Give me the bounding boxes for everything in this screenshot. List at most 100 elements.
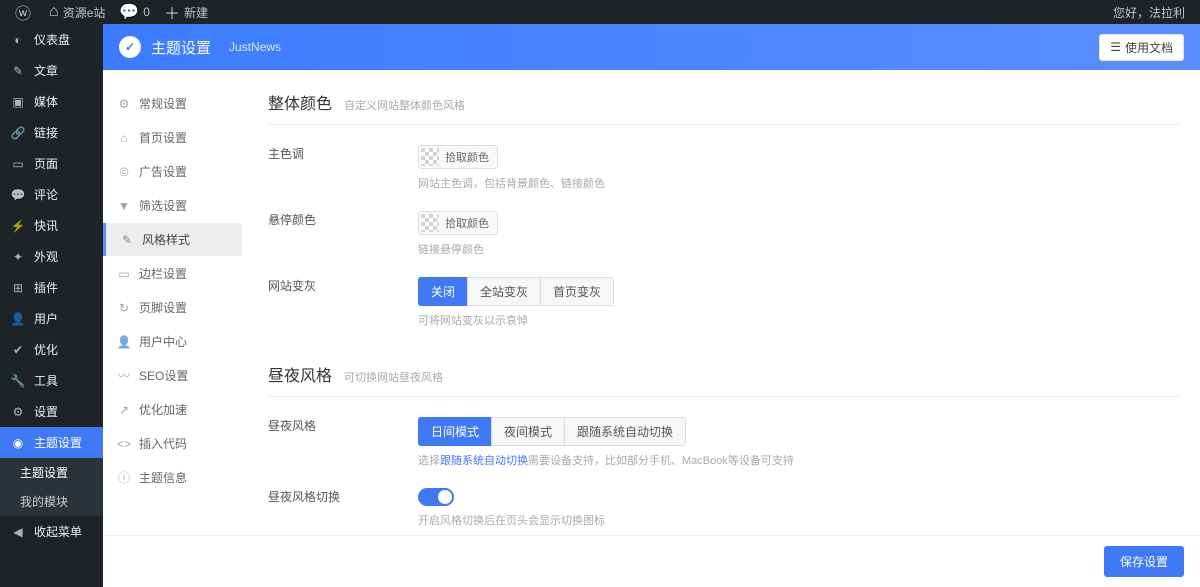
theme-logo-icon: ✓ <box>119 36 141 58</box>
theme-nav-item[interactable]: ⌂首页设置 <box>103 121 242 154</box>
theme-nav-label: 插入代码 <box>139 435 187 452</box>
sidebar-item-label: 外观 <box>34 248 58 265</box>
nav-icon: © <box>115 165 133 179</box>
theme-nav-item[interactable]: ↗ 优化加速 <box>103 393 242 426</box>
nav-icon: ⚙ <box>115 97 133 111</box>
theme-nav-label: 筛选设置 <box>139 197 187 214</box>
new-label: 新建 <box>184 4 208 21</box>
mode-option[interactable]: 夜间模式 <box>491 417 564 446</box>
sidebar-item-label: 文章 <box>34 62 58 79</box>
sidebar-item-label: 主题设置 <box>34 434 82 451</box>
menu-icon: 💬 <box>8 188 28 202</box>
theme-product-name: JustNews <box>229 40 281 54</box>
theme-nav-item[interactable]: ⚙常规设置 <box>103 87 242 120</box>
menu-icon: ◐ <box>8 33 28 47</box>
sidebar-item-theme-settings[interactable]: ◉ 主题设置 <box>0 427 103 458</box>
theme-settings-icon: ◉ <box>8 436 28 450</box>
main-color-hint: 网站主色调，包括背景颜色、链接颜色 <box>418 175 1180 191</box>
nav-icon: <> <box>115 437 133 451</box>
menu-icon: ⊞ <box>8 281 28 295</box>
toggle-switch[interactable] <box>418 488 454 506</box>
doc-label: 使用文档 <box>1125 39 1173 56</box>
mode-option[interactable]: 跟随系统自动切换 <box>564 417 686 446</box>
new-content[interactable]: ＋新建 <box>157 0 215 24</box>
menu-icon: 👤 <box>8 312 28 326</box>
theme-nav-item[interactable]: © 广告设置 <box>103 155 242 188</box>
save-bar: 保存设置 <box>103 535 1200 587</box>
hover-color-picker[interactable]: 拾取颜色 <box>418 211 498 235</box>
sidebar-item[interactable]: ✦ 外观 <box>0 241 103 272</box>
theme-nav-label: 广告设置 <box>139 163 187 180</box>
theme-nav-label: 主题信息 <box>139 469 187 486</box>
theme-nav-item[interactable]: 👤用户中心 <box>103 325 242 358</box>
sidebar-item[interactable]: 👤用户 <box>0 303 103 334</box>
sidebar-item[interactable]: 🔧 工具 <box>0 365 103 396</box>
theme-nav-label: 优化加速 <box>139 401 187 418</box>
theme-nav-item[interactable]: ▭ 边栏设置 <box>103 257 242 290</box>
doc-button[interactable]: ☰使用文档 <box>1099 34 1184 61</box>
theme-nav-item[interactable]: ✎ 风格样式 <box>103 223 242 256</box>
sidebar-item[interactable]: ⊞插件 <box>0 272 103 303</box>
sidebar-item[interactable]: ⚡快讯 <box>0 210 103 241</box>
theme-nav-item[interactable]: ⓘ主题信息 <box>103 461 242 494</box>
section-desc: 可切换网站昼夜风格 <box>344 369 443 385</box>
gray-option[interactable]: 关闭 <box>418 277 467 306</box>
theme-nav-item[interactable]: <> 插入代码 <box>103 427 242 460</box>
sidebar-item-label: 媒体 <box>34 93 58 110</box>
menu-icon: ✦ <box>8 250 28 264</box>
theme-nav-label: SEO设置 <box>139 367 188 384</box>
sidebar-item[interactable]: ▭页面 <box>0 148 103 179</box>
sidebar-item[interactable]: ✔优化 <box>0 334 103 365</box>
menu-icon: 🔧 <box>8 374 28 388</box>
section-title: 整体颜色 <box>268 90 332 114</box>
sidebar-item-label: 优化 <box>34 341 58 358</box>
comments-link[interactable]: 💬0 <box>112 0 157 24</box>
theme-nav-item[interactable]: 〰SEO设置 <box>103 359 242 392</box>
sidebar-item[interactable]: ✎ 文章 <box>0 55 103 86</box>
theme-nav-item[interactable]: ▼筛选设置 <box>103 189 242 222</box>
pick-color-label: 拾取颜色 <box>445 215 489 231</box>
sidebar-item[interactable]: ⚙设置 <box>0 396 103 427</box>
sidebar-item[interactable]: 🔗链接 <box>0 117 103 148</box>
sidebar-item[interactable]: 💬 评论 <box>0 179 103 210</box>
main-color-picker[interactable]: 拾取颜色 <box>418 145 498 169</box>
site-name[interactable]: ⌂资源e站 <box>42 0 112 24</box>
menu-icon: ▣ <box>8 95 28 109</box>
sidebar-item-label: 工具 <box>34 372 58 389</box>
collapse-icon: ◀ <box>8 525 28 539</box>
field-label-mode: 昼夜风格 <box>268 417 418 468</box>
sidebar-item[interactable]: ▣ 媒体 <box>0 86 103 117</box>
theme-nav-label: 风格样式 <box>142 231 190 248</box>
menu-icon: ⚙ <box>8 405 28 419</box>
theme-nav-label: 页脚设置 <box>139 299 187 316</box>
gray-option[interactable]: 首页变灰 <box>540 277 614 306</box>
submenu-item[interactable]: 我的模块 <box>0 487 103 516</box>
menu-icon: ⚡ <box>8 219 28 233</box>
mode-option[interactable]: 日间模式 <box>418 417 491 446</box>
nav-icon: ▭ <box>115 267 133 281</box>
menu-icon: ✎ <box>8 64 28 78</box>
section-desc: 自定义网站整体颜色风格 <box>344 97 465 113</box>
mode-hint: 选择跟随系统自动切换需要设备支持，比如部分手机、MacBook等设备可支持 <box>418 452 1180 468</box>
save-button[interactable]: 保存设置 <box>1104 546 1184 577</box>
sidebar-item[interactable]: ◐仪表盘 <box>0 24 103 55</box>
user-name: 法拉利 <box>1149 4 1185 21</box>
theme-nav-item[interactable]: ↻页脚设置 <box>103 291 242 324</box>
wp-logo[interactable]: ⓦ <box>8 0 42 24</box>
pick-color-label: 拾取颜色 <box>445 149 489 165</box>
field-label-toggle: 昼夜风格切换 <box>268 488 418 528</box>
section-title: 昼夜风格 <box>268 362 332 386</box>
comments-count: 0 <box>143 5 150 19</box>
field-label-main-color: 主色调 <box>268 145 418 191</box>
sidebar-item-label: 评论 <box>34 186 58 203</box>
my-account[interactable]: 您好，法拉利 <box>1106 0 1192 24</box>
nav-icon: ✎ <box>118 233 136 247</box>
collapse-label: 收起菜单 <box>34 523 82 540</box>
submenu-item[interactable]: 主题设置 <box>0 458 103 487</box>
nav-icon: ↗ <box>115 403 133 417</box>
collapse-menu[interactable]: ◀ 收起菜单 <box>0 516 103 547</box>
mode-hint-link[interactable]: 跟随系统自动切换 <box>440 455 528 467</box>
menu-icon: 🔗 <box>8 126 28 140</box>
gray-option[interactable]: 全站变灰 <box>467 277 540 306</box>
theme-nav-label: 边栏设置 <box>139 265 187 282</box>
